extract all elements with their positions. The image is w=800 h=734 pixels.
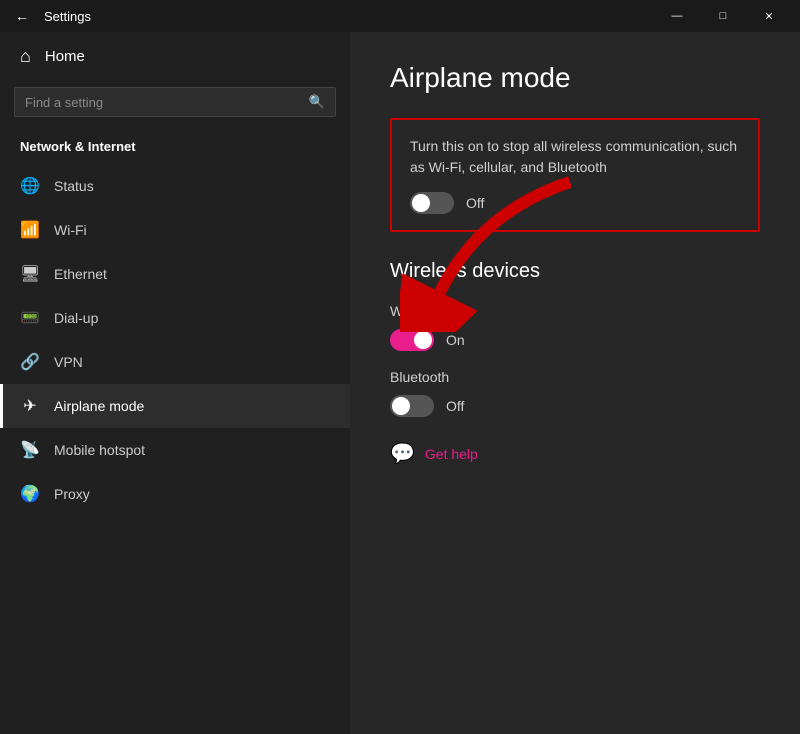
ethernet-icon: 🖥: [20, 264, 40, 284]
vpn-icon: 🔗: [20, 352, 40, 372]
page-title: Airplane mode: [390, 62, 760, 94]
window-controls: — □ ✕: [654, 0, 792, 32]
device-toggle-row-1: Off: [390, 395, 760, 417]
help-icon: 💬: [390, 441, 415, 466]
home-label: Home: [45, 48, 85, 65]
app-title: Settings: [44, 9, 654, 24]
sidebar-item-dialup[interactable]: 📟 Dial-up: [0, 296, 350, 340]
toggle-knob: [412, 194, 430, 212]
section-title: Network & Internet: [0, 131, 350, 164]
sidebar-item-vpn[interactable]: 🔗 VPN: [0, 340, 350, 384]
dialup-icon: 📟: [20, 308, 40, 328]
app-container: ⌂ Home 🔍 Network & Internet 🌐 Status 📶 W…: [0, 32, 800, 734]
device-toggle-label-0: On: [446, 332, 465, 348]
wifi-icon: 📶: [20, 220, 40, 240]
maximize-button[interactable]: □: [700, 0, 746, 32]
hotspot-icon: 📡: [20, 440, 40, 460]
sidebar-item-label-vpn: VPN: [54, 354, 83, 370]
sidebar-item-status[interactable]: 🌐 Status: [0, 164, 350, 208]
device-name-bluetooth: Bluetooth: [390, 369, 760, 385]
device-toggle-bluetooth[interactable]: [390, 395, 434, 417]
airplane-mode-box: Turn this on to stop all wireless commun…: [390, 118, 760, 232]
titlebar: ← Settings — □ ✕: [0, 0, 800, 32]
sidebar-item-label-proxy: Proxy: [54, 486, 90, 502]
device-toggle-label-1: Off: [446, 398, 464, 414]
sidebar-item-airplane[interactable]: ✈ Airplane mode: [0, 384, 350, 428]
sidebar-item-ethernet[interactable]: 🖥 Ethernet: [0, 252, 350, 296]
get-help-text: Get help: [425, 446, 478, 462]
device-row-bluetooth: Bluetooth Off: [390, 369, 760, 417]
get-help-link[interactable]: 💬 Get help: [390, 441, 760, 466]
device-name-wi-fi: Wi-Fi: [390, 303, 760, 319]
airplane-description: Turn this on to stop all wireless commun…: [410, 136, 740, 178]
sidebar-item-proxy[interactable]: 🌍 Proxy: [0, 472, 350, 516]
sidebar-item-label-dialup: Dial-up: [54, 310, 98, 326]
back-icon: ←: [15, 8, 29, 24]
sidebar-item-label-airplane: Airplane mode: [54, 398, 144, 414]
search-input[interactable]: [25, 95, 301, 110]
airplane-icon: ✈: [20, 396, 40, 416]
close-button[interactable]: ✕: [746, 0, 792, 32]
toggle-knob-1: [392, 397, 410, 415]
sidebar-item-label-hotspot: Mobile hotspot: [54, 442, 145, 458]
sidebar-item-label-wifi: Wi-Fi: [54, 222, 87, 238]
home-icon: ⌂: [20, 46, 31, 67]
airplane-toggle[interactable]: [410, 192, 454, 214]
search-box[interactable]: 🔍: [14, 87, 336, 117]
sidebar-item-hotspot[interactable]: 📡 Mobile hotspot: [0, 428, 350, 472]
sidebar-item-label-ethernet: Ethernet: [54, 266, 107, 282]
main-panel: Airplane mode Turn this on to stop all w…: [350, 32, 800, 734]
status-icon: 🌐: [20, 176, 40, 196]
sidebar: ⌂ Home 🔍 Network & Internet 🌐 Status 📶 W…: [0, 32, 350, 734]
back-button[interactable]: ←: [8, 2, 36, 30]
devices-list: Wi-Fi On Bluetooth Off: [390, 303, 760, 417]
sidebar-home[interactable]: ⌂ Home: [0, 32, 350, 81]
minimize-button[interactable]: —: [654, 0, 700, 32]
sidebar-item-label-status: Status: [54, 178, 94, 194]
sidebar-item-wifi[interactable]: 📶 Wi-Fi: [0, 208, 350, 252]
device-toggle-wi-fi[interactable]: [390, 329, 434, 351]
toggle-knob-0: [414, 331, 432, 349]
device-row-wi-fi: Wi-Fi On: [390, 303, 760, 351]
wireless-section-heading: Wireless devices: [390, 260, 760, 283]
proxy-icon: 🌍: [20, 484, 40, 504]
search-icon: 🔍: [309, 94, 325, 110]
nav-items: 🌐 Status 📶 Wi-Fi 🖥 Ethernet 📟 Dial-up 🔗 …: [0, 164, 350, 516]
device-toggle-row-0: On: [390, 329, 760, 351]
airplane-toggle-row: Off: [410, 192, 740, 214]
airplane-toggle-label: Off: [466, 195, 484, 211]
